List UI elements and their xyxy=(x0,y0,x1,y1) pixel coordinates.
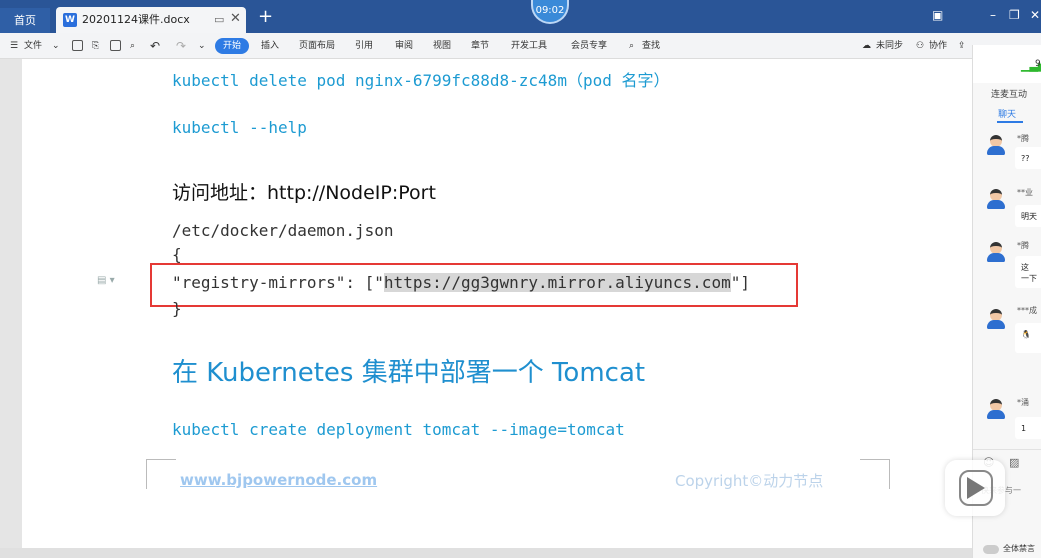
tab-insert[interactable]: 插入 xyxy=(261,33,279,59)
signal-count: 9 xyxy=(1035,59,1041,69)
chat-sender: *腾 xyxy=(1017,134,1029,143)
live-interaction-label[interactable]: 连麦互动 xyxy=(991,87,1027,100)
chat-sender: *涌 xyxy=(1017,398,1029,407)
video-play-button[interactable] xyxy=(945,460,1005,516)
avatar xyxy=(987,399,1005,419)
brace-close: } xyxy=(172,299,182,318)
tab-member[interactable]: 会员专享 xyxy=(571,33,607,59)
hamburger-icon[interactable]: ☰ xyxy=(10,33,18,59)
chat-sender: **业 xyxy=(1017,188,1033,197)
share-icon[interactable]: ⇪ xyxy=(958,33,966,59)
tab-review[interactable]: 审阅 xyxy=(395,33,413,59)
mute-all-label: 全体禁言 xyxy=(1003,544,1035,553)
redo-icon[interactable]: ↷ xyxy=(176,33,186,59)
tab-page-layout[interactable]: 页面布局 xyxy=(299,33,335,59)
tab-view[interactable]: 视图 xyxy=(433,33,451,59)
tab-chat[interactable]: 聊天 xyxy=(998,107,1016,120)
tab-reference[interactable]: 引用 xyxy=(355,33,373,59)
tab-dev-tools[interactable]: 开发工具 xyxy=(511,33,547,59)
reading-mode-icon[interactable]: ▣ xyxy=(932,8,943,22)
chat-sender: ***成 xyxy=(1017,306,1037,315)
close-tab-icon[interactable]: ✕ xyxy=(230,11,241,26)
cloud-icon[interactable]: ☁ xyxy=(862,33,871,59)
daemon-path: /etc/docker/daemon.json xyxy=(172,221,394,240)
access-heading: 访问地址：http://NodeIP:Port xyxy=(172,182,436,204)
file-menu[interactable]: 文件 xyxy=(24,33,42,59)
monitor-icon[interactable]: ▭ xyxy=(214,13,224,26)
paragraph-icon[interactable]: ▤ ▾ xyxy=(97,275,115,286)
tab-start[interactable]: 开始 xyxy=(215,38,249,54)
penguin-emoji-icon: 🐧 xyxy=(1021,330,1031,339)
chat-bubble: 明天 xyxy=(1015,205,1041,227)
play-icon xyxy=(967,477,985,499)
avatar xyxy=(987,242,1005,262)
tab-home[interactable]: 首页 xyxy=(0,8,50,33)
close-window-icon[interactable]: ✕ xyxy=(1030,8,1040,22)
brace-open: { xyxy=(172,245,182,264)
tab-section[interactable]: 章节 xyxy=(471,33,489,59)
chevron-down-icon[interactable]: ⌄ xyxy=(52,33,60,59)
chat-bubble: 这 一下 xyxy=(1015,256,1041,288)
sync-status[interactable]: 未同步 xyxy=(876,33,903,59)
collab-button[interactable]: 协作 xyxy=(929,33,947,59)
avatar xyxy=(987,309,1005,329)
undo-icon[interactable]: ↶ xyxy=(150,33,160,59)
mute-all-toggle[interactable] xyxy=(983,545,999,554)
code-create-deployment: kubectl create deployment tomcat --image… xyxy=(172,420,625,439)
preview-icon[interactable]: ⌕ xyxy=(130,33,135,59)
highlight-box xyxy=(150,263,798,307)
panel-header: ▁▃▅ 9 xyxy=(973,45,1041,83)
collab-icon[interactable]: ⚇ xyxy=(916,33,924,59)
recording-clock: 09:02 xyxy=(531,0,569,24)
page-corner-left xyxy=(146,459,176,489)
image-icon[interactable]: ▨ xyxy=(1009,456,1019,469)
chat-bubble: 1 xyxy=(1015,417,1041,439)
tab-document-label: 20201124课件.docx xyxy=(82,13,190,26)
avatar xyxy=(987,135,1005,155)
restore-icon[interactable]: ❐ xyxy=(1009,8,1020,22)
code-delete-pod: kubectl delete pod nginx-6799fc88d8-zc48… xyxy=(172,71,670,90)
title-bar: 首页 W 20201124课件.docx ▭ ✕ + 09:02 ▣ – ❐ ✕ xyxy=(0,0,1041,33)
footer-copyright: Copyright©动力节点 xyxy=(675,472,824,490)
document-page: kubectl delete pod nginx-6799fc88d8-zc48… xyxy=(22,59,972,558)
more-icon[interactable]: ⌄ xyxy=(198,33,206,59)
new-tab-button[interactable]: + xyxy=(258,6,273,27)
minimize-icon[interactable]: – xyxy=(990,8,996,22)
avatar xyxy=(987,189,1005,209)
status-bar xyxy=(0,548,972,558)
save-icon[interactable] xyxy=(72,40,83,51)
print-icon[interactable] xyxy=(110,40,121,51)
chat-bubble: ?? xyxy=(1015,147,1041,169)
document-area: kubectl delete pod nginx-6799fc88d8-zc48… xyxy=(0,59,972,558)
section-heading: 在 Kubernetes 集群中部署一个 Tomcat xyxy=(172,358,646,388)
code-help: kubectl --help xyxy=(172,118,307,137)
chat-bubble: 🐧 xyxy=(1015,323,1041,353)
search-button[interactable]: 查找 xyxy=(642,33,660,59)
page-corner-right xyxy=(860,459,890,489)
footer-url: www.bjpowernode.com xyxy=(180,471,378,489)
ribbon-toolbar: ☰ 文件 ⌄ ⎘ ⌕ ↶ ↷ ⌄ 开始 插入 页面布局 引用 审阅 视图 章节 … xyxy=(0,33,1041,59)
tab-document[interactable]: W 20201124课件.docx ▭ ✕ xyxy=(56,7,246,33)
wps-writer-icon: W xyxy=(63,13,77,27)
search-icon[interactable]: ⌕ xyxy=(629,33,634,59)
format-painter-icon[interactable]: ⎘ xyxy=(92,33,99,59)
chat-sender: *腾 xyxy=(1017,241,1029,250)
chat-tab-underline xyxy=(997,121,1023,123)
